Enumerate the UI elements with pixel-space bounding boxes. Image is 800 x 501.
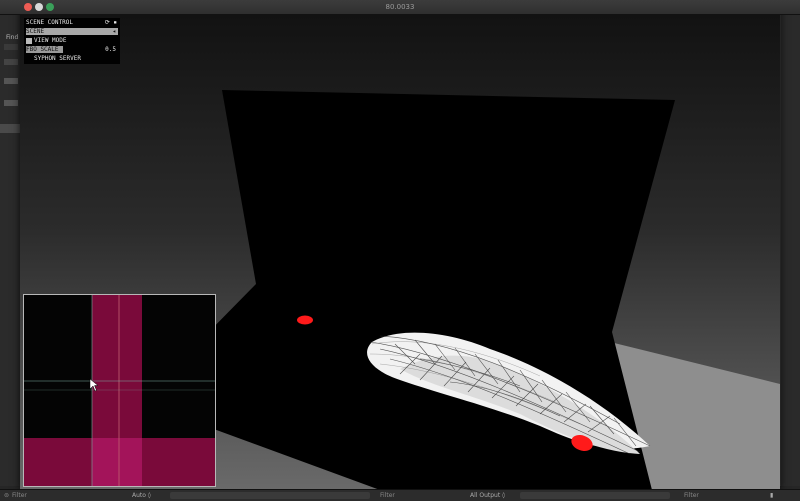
view-mode-label: VIEW MODE: [34, 37, 67, 44]
syphon-server-toggle[interactable]: SYPHON SERVER: [26, 55, 118, 62]
syphon-label: SYPHON SERVER: [34, 55, 81, 62]
list-item[interactable]: [4, 59, 18, 65]
ide-right-panel: [780, 14, 800, 486]
status-bar: ⊜ Filter Auto ◊ Filter All Output ◊ Filt…: [0, 489, 800, 501]
auto-dropdown[interactable]: Auto ◊: [132, 490, 151, 501]
fbo-scale-label: FBO SCALE: [26, 46, 59, 53]
scene-control-panel: SCENE CONTROL ⟳ ▪ SCENE ◂ VIEW MODE FBO …: [24, 18, 120, 64]
find-label: Find: [6, 34, 19, 41]
refresh-icon[interactable]: ⟳: [105, 19, 110, 26]
panel-title: SCENE CONTROL: [26, 19, 73, 26]
scene-indicator-icon: ◂: [112, 28, 116, 35]
view-mode-toggle[interactable]: VIEW MODE: [26, 37, 118, 44]
fbo-scale-slider[interactable]: FBO SCALE 0.5: [26, 46, 118, 53]
fbo-scale-value: 0.5: [105, 46, 116, 53]
minimap-intersection: [92, 438, 142, 486]
scene-label: SCENE: [26, 28, 45, 35]
output-dropdown[interactable]: All Output ◊: [470, 490, 505, 501]
search-field-right[interactable]: [520, 492, 670, 499]
title-bar: 80.0033: [0, 0, 800, 15]
ide-sidebar: Find: [0, 14, 21, 486]
filter-left-label[interactable]: Filter: [12, 490, 27, 501]
minimap-preview[interactable]: [23, 294, 216, 487]
panel-header: SCENE CONTROL ⟳ ▪: [26, 19, 118, 26]
view-mode-checkbox[interactable]: [26, 37, 32, 44]
scene-selector[interactable]: SCENE ◂: [26, 28, 118, 35]
save-icon[interactable]: ▪: [113, 19, 117, 26]
trash-icon[interactable]: ▮: [770, 490, 773, 501]
minimap-canvas: [24, 295, 215, 486]
list-item[interactable]: [4, 78, 18, 84]
search-field-left[interactable]: [170, 492, 370, 499]
filter-icon: ⊜: [4, 492, 10, 499]
filter-mid-label[interactable]: Filter: [380, 490, 395, 501]
find-field[interactable]: [4, 44, 18, 50]
list-item[interactable]: [4, 100, 18, 106]
app-window: 80.0033 SCENE CONTROL ⟳ ▪ SCENE ◂ VIEW M…: [0, 0, 800, 490]
red-marker-small: [297, 315, 313, 325]
window-title: 80.0033: [385, 3, 415, 11]
sidebar-selection[interactable]: [0, 124, 20, 133]
filter-right-label[interactable]: Filter: [684, 490, 699, 501]
render-viewport[interactable]: SCENE CONTROL ⟳ ▪ SCENE ◂ VIEW MODE FBO …: [20, 14, 780, 490]
